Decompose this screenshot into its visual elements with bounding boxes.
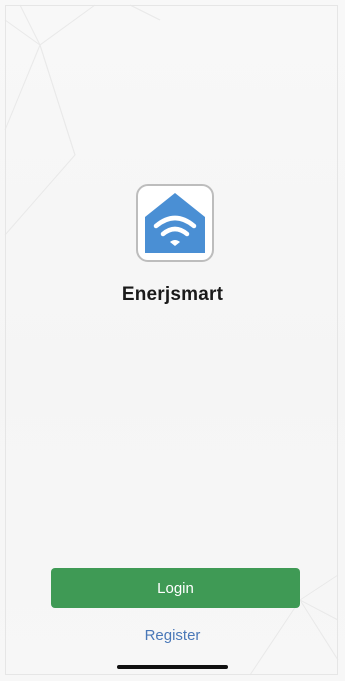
register-link[interactable]: Register — [0, 627, 345, 644]
app-logo — [136, 184, 214, 262]
home-indicator — [117, 665, 228, 669]
app-name: Enerjsmart — [121, 284, 224, 305]
house-wifi-icon — [145, 193, 205, 253]
login-button[interactable]: Login — [51, 568, 300, 608]
login-screen: Enerjsmart Login Register — [0, 0, 345, 681]
